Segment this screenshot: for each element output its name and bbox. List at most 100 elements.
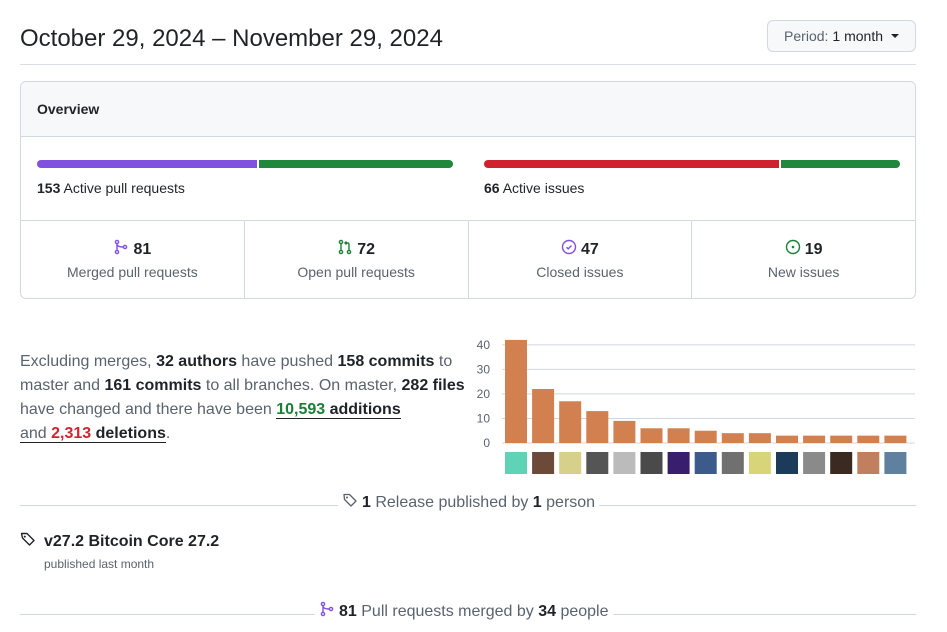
open-pr-segment (259, 160, 453, 168)
issue-opened-icon (785, 239, 801, 260)
git-pull-request-icon (337, 239, 353, 260)
release-published: published last month (44, 557, 155, 571)
bar-author-14[interactable] (857, 435, 880, 443)
summary-text: have changed and there have been (20, 401, 277, 418)
pull-requests-progress-bar (37, 160, 453, 168)
release-people-count: 1 (532, 493, 542, 511)
avatar-author-3[interactable] (559, 452, 582, 474)
avatar-author-1[interactable] (505, 452, 527, 474)
merged-prs-people-count: 34 (538, 602, 557, 620)
overview-title: Overview (21, 82, 915, 137)
active-pull-requests-label[interactable]: 153 Active pull requests (37, 180, 185, 196)
overview-progress-section: 153 Active pull requests 66 Active issue… (21, 137, 915, 221)
release-count: 1 (362, 493, 371, 511)
period-label: Period: (784, 28, 829, 44)
y-tick-label: 40 (477, 338, 491, 352)
bar-author-6[interactable] (640, 428, 663, 443)
commits-all-count: 161 commits (104, 377, 202, 394)
avatar-author-14[interactable] (857, 452, 880, 474)
page-header: October 29, 2024 – November 29, 2024 Per… (20, 20, 916, 65)
commits-by-author-chart: 0 10 20 30 40 (472, 335, 918, 475)
summary-text: . (165, 425, 171, 442)
y-tick-label: 0 (483, 436, 490, 450)
tag-icon (342, 492, 358, 513)
release-item: v27.2 Bitcoin Core 27.2 published last m… (20, 531, 219, 571)
avatar-author-5[interactable] (613, 452, 636, 474)
y-tick-label: 10 (477, 411, 491, 425)
caret-down-icon (891, 34, 899, 38)
merged-prs-text: people (556, 602, 609, 620)
avatar-author-4[interactable] (586, 452, 609, 474)
git-merge-icon (113, 239, 129, 260)
avatar-author-13[interactable] (830, 452, 853, 474)
date-range-title: October 29, 2024 – November 29, 2024 (20, 25, 443, 52)
summary-text: and (20, 425, 52, 442)
period-value: 1 month (832, 28, 883, 44)
merged-pr-segment (37, 160, 258, 168)
closed-issues-segment (484, 160, 780, 168)
bar-author-4[interactable] (586, 411, 609, 443)
avatar-author-15[interactable] (884, 452, 907, 474)
merged-pr-label: Merged pull requests (67, 264, 198, 280)
y-tick-label: 30 (477, 362, 491, 376)
avatar-author-10[interactable] (748, 452, 771, 474)
bar-author-11[interactable] (776, 435, 798, 443)
active-issues-count: 66 (484, 180, 500, 196)
bar-author-7[interactable] (667, 428, 690, 443)
release-link[interactable]: v27.2 Bitcoin Core 27.2 (20, 531, 219, 552)
chart-svg: 0 10 20 30 40 (477, 338, 915, 474)
bar-author-12[interactable] (803, 435, 826, 443)
y-tick-label: 20 (477, 387, 491, 401)
bar-author-10[interactable] (748, 433, 771, 443)
overview-stats: 81 Merged pull requests 72 Open pull req… (21, 221, 915, 298)
stat-new-issues[interactable]: 19 New issues (692, 221, 915, 298)
stat-merged-pull-requests[interactable]: 81 Merged pull requests (21, 221, 245, 298)
merged-prs-heading: 81 Pull requests merged by 34 people (315, 601, 613, 622)
authors-count: 32 authors (156, 353, 237, 370)
avatar-author-2[interactable] (532, 452, 555, 474)
active-issues-text: Active issues (502, 180, 585, 196)
stat-closed-issues[interactable]: 47 Closed issues (469, 221, 693, 298)
avatar-author-12[interactable] (803, 452, 826, 474)
bar-author-9[interactable] (721, 433, 744, 443)
deletions-word: deletions (91, 425, 166, 442)
active-issues-label[interactable]: 66 Active issues (484, 180, 584, 196)
commit-summary: Excluding merges, 32 authors have pushed… (20, 350, 465, 446)
additions-link[interactable]: 10,593 additions (276, 401, 401, 419)
additions-count: 10,593 (276, 401, 326, 418)
bar-author-2[interactable] (532, 389, 555, 443)
new-issues-segment (781, 160, 900, 168)
summary-text: Excluding merges, (20, 353, 157, 370)
period-dropdown-button[interactable]: Period: 1 month (767, 20, 916, 52)
bar-author-8[interactable] (694, 430, 717, 443)
avatar-author-11[interactable] (776, 452, 798, 474)
avatar-author-7[interactable] (667, 452, 690, 474)
stat-open-pull-requests[interactable]: 72 Open pull requests (245, 221, 469, 298)
bar-author-1[interactable] (505, 339, 527, 443)
tag-icon (20, 531, 36, 552)
open-pr-value: 72 (357, 240, 376, 258)
merged-pr-value: 81 (133, 240, 152, 258)
bar-author-15[interactable] (884, 435, 907, 443)
bar-author-3[interactable] (559, 401, 582, 443)
releases-text: Release published by (370, 493, 533, 511)
deletions-link[interactable]: and 2,313 deletions (20, 425, 166, 443)
avatar-author-9[interactable] (721, 452, 744, 474)
releases-heading: 1 Release published by 1 person (338, 492, 600, 513)
bar-author-13[interactable] (830, 435, 853, 443)
releases-text: person (541, 493, 596, 511)
closed-issues-label: Closed issues (536, 264, 624, 280)
summary-text: to all branches. On master, (201, 377, 402, 394)
bar-author-5[interactable] (613, 420, 636, 443)
additions-word: additions (325, 401, 401, 418)
issue-closed-icon (561, 239, 577, 260)
merged-prs-count: 81 (339, 602, 357, 620)
git-merge-icon (319, 601, 335, 622)
avatar-author-6[interactable] (640, 452, 663, 474)
closed-issues-value: 47 (580, 240, 599, 258)
avatar-author-8[interactable] (694, 452, 717, 474)
active-pr-count: 153 (37, 180, 61, 196)
issues-progress-bar (484, 160, 900, 168)
new-issues-value: 19 (804, 240, 823, 258)
release-name: v27.2 Bitcoin Core 27.2 (44, 532, 220, 550)
